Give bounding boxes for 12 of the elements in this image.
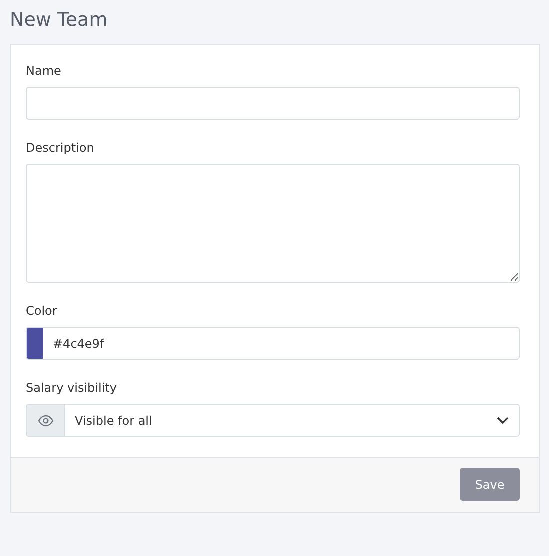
color-swatch[interactable] bbox=[27, 328, 43, 359]
field-label: Name bbox=[26, 63, 62, 80]
page-title: New Team bbox=[10, 8, 109, 33]
field-label: Color bbox=[26, 303, 58, 320]
color-input[interactable]: #4c4e9f bbox=[26, 327, 520, 360]
field-label: Salary visibility bbox=[26, 380, 118, 397]
field-label: Description bbox=[26, 140, 96, 157]
description-textarea[interactable] bbox=[26, 164, 520, 283]
chevron-down-icon bbox=[497, 416, 509, 424]
visibility-select[interactable]: Visible for all bbox=[26, 404, 520, 437]
name-input[interactable] bbox=[26, 87, 520, 120]
eye-icon bbox=[38, 414, 54, 426]
